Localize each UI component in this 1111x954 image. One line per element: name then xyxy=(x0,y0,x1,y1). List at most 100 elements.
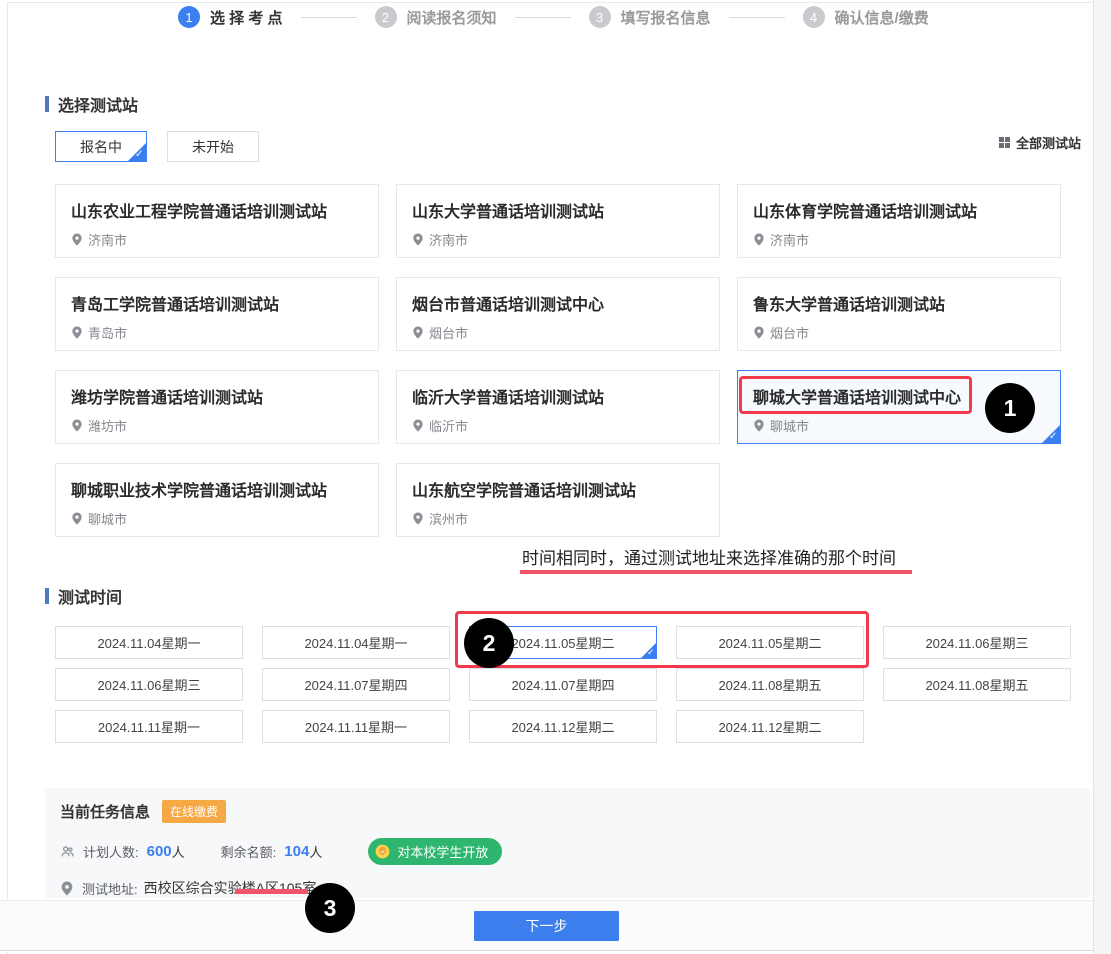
grid-icon xyxy=(999,137,1010,148)
station-card[interactable]: 聊城职业技术学院普通话培训测试站聊城市 xyxy=(55,463,379,537)
station-card[interactable]: 山东航空学院普通话培训测试站滨州市 xyxy=(396,463,720,537)
station-card[interactable]: 山东体育学院普通话培训测试站济南市 xyxy=(737,184,1061,258)
station-city: 烟台市 xyxy=(770,323,809,342)
tab-not-started[interactable]: 未开始 xyxy=(167,131,259,162)
station-city-row: 烟台市 xyxy=(753,323,1045,342)
station-city: 济南市 xyxy=(770,230,809,249)
date-option[interactable]: 2024.11.05星期二 xyxy=(469,626,657,659)
task-info-address-row: 测试地址: 西校区综合实验楼A区105室 xyxy=(60,878,1075,898)
tab-registering[interactable]: 报名中 xyxy=(55,131,147,162)
task-info-stats-row: 计划人数: 600 人 剩余名额: 104 人 对本校学生开放 xyxy=(60,838,1075,865)
task-info-title-row: 当前任务信息 在线缴费 xyxy=(60,800,1075,823)
date-option[interactable]: 2024.11.08星期五 xyxy=(883,668,1071,701)
step-label: 填写报名信息 xyxy=(621,7,711,28)
task-info-panel: 当前任务信息 在线缴费 计划人数: 600 人 剩余名额: 104 人 xyxy=(45,788,1090,898)
station-name: 山东航空学院普通话培训测试站 xyxy=(412,477,704,501)
station-city-row: 济南市 xyxy=(753,230,1045,249)
station-name: 聊城大学普通话培训测试中心 xyxy=(753,384,1045,408)
selected-check-corner xyxy=(127,142,147,162)
date-label: 2024.11.08星期五 xyxy=(718,675,821,694)
all-stations-link[interactable]: 全部测试站 xyxy=(999,133,1081,152)
station-card[interactable]: 山东农业工程学院普通话培训测试站济南市 xyxy=(55,184,379,258)
scrollbar-track[interactable] xyxy=(1093,0,1111,954)
step-label: 确认信息/缴费 xyxy=(835,7,929,28)
section-accent-bar xyxy=(45,588,49,604)
tab-label: 未开始 xyxy=(192,137,234,157)
date-label: 2024.11.05星期二 xyxy=(718,633,821,652)
station-card[interactable]: 山东大学普通话培训测试站济南市 xyxy=(396,184,720,258)
date-option[interactable]: 2024.11.11星期一 xyxy=(55,710,243,743)
date-option[interactable]: 2024.11.07星期四 xyxy=(469,668,657,701)
date-option[interactable]: 2024.11.12星期二 xyxy=(676,710,864,743)
station-city-row: 潍坊市 xyxy=(71,416,363,435)
stepper: 1选 择 考 点2阅读报名须知3填写报名信息4确认信息/缴费 xyxy=(178,6,929,28)
station-city: 烟台市 xyxy=(429,323,468,342)
remaining-quota-unit: 人 xyxy=(309,842,322,861)
date-label: 2024.11.11星期一 xyxy=(305,717,407,736)
open-to-school-badge: 对本校学生开放 xyxy=(368,838,502,865)
location-pin-icon xyxy=(412,233,424,246)
station-city-row: 聊城市 xyxy=(71,509,363,528)
step-number: 1 xyxy=(178,6,200,28)
date-option[interactable]: 2024.11.06星期三 xyxy=(883,626,1071,659)
station-name: 潍坊学院普通话培训测试站 xyxy=(71,384,363,408)
date-label: 2024.11.06星期三 xyxy=(97,675,200,694)
date-label: 2024.11.05星期二 xyxy=(511,633,614,652)
station-card[interactable]: 鲁东大学普通话培训测试站烟台市 xyxy=(737,277,1061,351)
step-number: 3 xyxy=(589,6,611,28)
station-card[interactable]: 临沂大学普通话培训测试站临沂市 xyxy=(396,370,720,444)
stepper-step-3: 3 填写报名信息 xyxy=(589,6,711,28)
station-card[interactable]: 青岛工学院普通话培训测试站青岛市 xyxy=(55,277,379,351)
tab-label: 报名中 xyxy=(80,137,122,157)
station-section-header: 选择测试站 xyxy=(45,92,138,116)
date-option[interactable]: 2024.11.04星期一 xyxy=(262,626,450,659)
location-pin-icon xyxy=(412,512,424,525)
time-section-header: 测试时间 xyxy=(45,584,122,608)
shield-icon xyxy=(375,844,390,859)
test-address-label: 测试地址: xyxy=(82,879,138,898)
date-label: 2024.11.07星期四 xyxy=(304,675,407,694)
station-name: 青岛工学院普通话培训测试站 xyxy=(71,291,363,315)
date-option[interactable]: 2024.11.11星期一 xyxy=(262,710,450,743)
date-label: 2024.11.12星期二 xyxy=(718,717,821,736)
date-option[interactable]: 2024.11.06星期三 xyxy=(55,668,243,701)
date-option[interactable]: 2024.11.04星期一 xyxy=(55,626,243,659)
stepper-step-2: 2阅读报名须知 xyxy=(375,6,497,28)
date-option[interactable]: 2024.11.08星期五 xyxy=(676,668,864,701)
date-option[interactable]: 2024.11.05星期二 xyxy=(676,626,864,659)
date-label: 2024.11.11星期一 xyxy=(98,717,200,736)
date-option[interactable]: 2024.11.12星期二 xyxy=(469,710,657,743)
date-label: 2024.11.12星期二 xyxy=(511,717,614,736)
station-card[interactable]: 潍坊学院普通话培训测试站潍坊市 xyxy=(55,370,379,444)
station-grid: 山东农业工程学院普通话培训测试站济南市山东大学普通话培训测试站济南市山东体育学院… xyxy=(55,184,1061,537)
planned-count-unit: 人 xyxy=(172,842,185,861)
station-card[interactable]: 烟台市普通话培训测试中心烟台市 xyxy=(396,277,720,351)
stepper-step-1: 1 选 择 考 点 xyxy=(178,6,283,28)
location-pin-icon xyxy=(71,233,83,246)
people-icon xyxy=(60,844,75,859)
stepper-connector xyxy=(729,17,785,18)
station-city-row: 青岛市 xyxy=(71,323,363,342)
station-city: 潍坊市 xyxy=(88,416,127,435)
date-label: 2024.11.06星期三 xyxy=(925,633,1028,652)
station-name: 聊城职业技术学院普通话培训测试站 xyxy=(71,477,363,501)
step-label: 选 择 考 点 xyxy=(210,7,283,28)
station-name: 山东农业工程学院普通话培训测试站 xyxy=(71,198,363,222)
date-label: 2024.11.04星期一 xyxy=(304,633,407,652)
location-pin-icon xyxy=(412,326,424,339)
station-name: 鲁东大学普通话培训测试站 xyxy=(753,291,1045,315)
location-pin-icon xyxy=(71,419,83,432)
date-option[interactable]: 2024.11.07星期四 xyxy=(262,668,450,701)
station-card[interactable]: 聊城大学普通话培训测试中心聊城市 xyxy=(737,370,1061,444)
section-accent-bar xyxy=(45,96,49,112)
left-divider xyxy=(7,2,8,954)
stepper-connector xyxy=(301,17,357,18)
location-pin-icon xyxy=(753,419,765,432)
remaining-quota-label: 剩余名额: xyxy=(221,842,277,861)
exam-registration-page: 1选 择 考 点2阅读报名须知3填写报名信息4确认信息/缴费 选择测试站 报名中… xyxy=(0,0,1111,954)
station-city-row: 聊城市 xyxy=(753,416,1045,435)
station-city: 聊城市 xyxy=(770,416,809,435)
next-step-button[interactable]: 下一步 xyxy=(474,911,619,941)
top-divider xyxy=(8,2,1092,3)
station-name: 烟台市普通话培训测试中心 xyxy=(412,291,704,315)
